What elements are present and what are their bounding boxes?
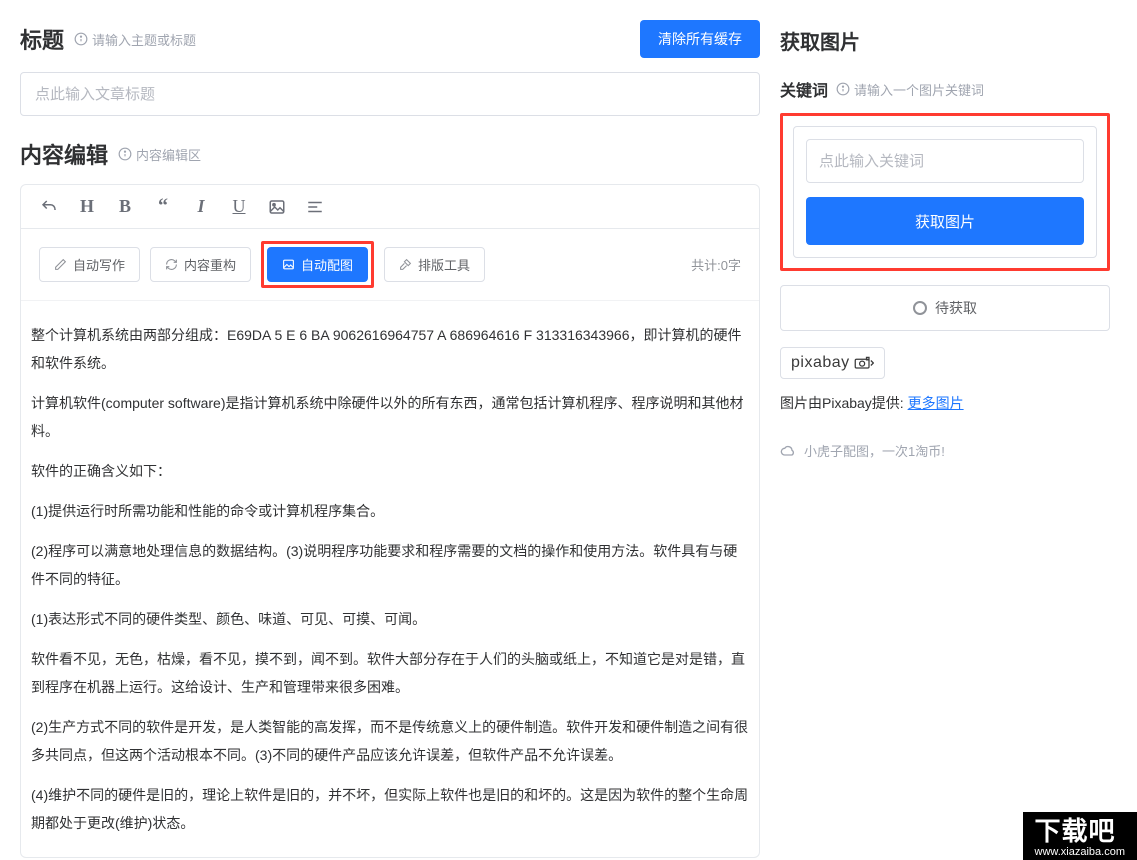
camera-icon — [854, 356, 874, 370]
clear-cache-button[interactable]: 清除所有缓存 — [640, 20, 760, 58]
rebuild-label: 内容重构 — [184, 255, 236, 274]
refresh-icon — [165, 258, 178, 271]
cloud-icon — [780, 443, 796, 459]
content-rebuild-button[interactable]: 内容重构 — [150, 247, 251, 282]
watermark-url: www.xiazaiba.com — [1035, 844, 1125, 858]
auto-image-button[interactable]: 自动配图 — [267, 247, 368, 282]
content-paragraph: (1)表达形式不同的硬件类型、颜色、味道、可见、可摸、可闻。 — [31, 599, 749, 639]
italic-icon[interactable]: I — [191, 196, 211, 217]
auto-image-highlight: 自动配图 — [261, 241, 374, 288]
underline-icon[interactable]: U — [229, 196, 249, 217]
keyword-hint-text: 请输入一个图片关键词 — [854, 80, 984, 99]
auto-write-label: 自动写作 — [73, 255, 125, 274]
pixabay-text: pixabay — [791, 354, 850, 372]
provider-prefix: 图片由Pixabay提供: — [780, 395, 908, 411]
pending-label: 待获取 — [935, 298, 977, 318]
align-left-icon[interactable] — [305, 198, 325, 216]
format-toolbar: H B “ I U — [21, 185, 759, 229]
side-heading: 获取图片 — [780, 26, 1110, 55]
pencil-icon — [54, 258, 67, 271]
editor-hint: 内容编辑区 — [118, 145, 201, 164]
footer-note-text: 小虎子配图，一次1淘币! — [804, 441, 945, 460]
info-icon — [118, 147, 132, 161]
editor-card: H B “ I U 自动写作 内容重构 — [20, 184, 760, 858]
content-paragraph: (4)维护不同的硬件是旧的，理论上软件是旧的，并不坏，但实际上软件也是旧的和坏的… — [31, 775, 749, 843]
provider-line: 图片由Pixabay提供: 更多图片 — [780, 393, 1110, 413]
title-hint: 请输入主题或标题 — [74, 30, 196, 49]
image-icon — [282, 258, 295, 271]
layout-icon — [399, 258, 412, 271]
auto-write-button[interactable]: 自动写作 — [39, 247, 140, 282]
editor-heading: 内容编辑 — [20, 138, 108, 170]
word-count: 共计:0字 — [691, 255, 741, 274]
content-paragraph: (2)程序可以满意地处理信息的数据结构。(3)说明程序功能要求和程序需要的文档的… — [31, 531, 749, 599]
content-paragraph: 计算机软件(computer software)是指计算机系统中除硬件以外的所有… — [31, 383, 749, 451]
keyword-label: 关键词 — [780, 77, 828, 101]
content-paragraph: 软件的正确含义如下： — [31, 451, 749, 491]
editor-hint-text: 内容编辑区 — [136, 145, 201, 164]
keyword-sub-head: 关键词 请输入一个图片关键词 — [780, 77, 1110, 101]
content-paragraph: 软件看不见，无色，枯燥，看不见，摸不到，闻不到。软件大部分存在于人们的头脑或纸上… — [31, 639, 749, 707]
editor-body[interactable]: 整个计算机系统由两部分组成：E69DA 5 E 6 BA 90626169647… — [21, 301, 759, 857]
watermark-text: 下载吧 — [1035, 818, 1125, 844]
bold-icon[interactable]: B — [115, 196, 135, 217]
title-section-head: 标题 请输入主题或标题 清除所有缓存 — [20, 20, 760, 58]
content-paragraph: (2)生产方式不同的软件是开发，是人类智能的高发挥，而不是传统意义上的硬件制造。… — [31, 707, 749, 775]
title-heading: 标题 — [20, 23, 64, 55]
keyword-input[interactable] — [806, 139, 1084, 183]
content-paragraph: 整个计算机系统由两部分组成：E69DA 5 E 6 BA 90626169647… — [31, 315, 749, 383]
footer-note: 小虎子配图，一次1淘币! — [780, 441, 1110, 460]
pending-icon — [913, 301, 927, 315]
fetch-image-button[interactable]: 获取图片 — [806, 197, 1084, 245]
info-icon — [74, 32, 88, 46]
layout-tool-button[interactable]: 排版工具 — [384, 247, 485, 282]
keyword-hint: 请输入一个图片关键词 — [836, 80, 984, 99]
article-title-input[interactable] — [20, 72, 760, 116]
action-toolbar: 自动写作 内容重构 自动配图 排版工具 共计:0字 — [21, 229, 759, 301]
info-icon — [836, 82, 850, 96]
title-hint-text: 请输入主题或标题 — [92, 30, 196, 49]
image-icon[interactable] — [267, 198, 287, 216]
more-images-link[interactable]: 更多图片 — [908, 395, 964, 411]
watermark: 下载吧 www.xiazaiba.com — [1023, 812, 1137, 860]
pixabay-badge: pixabay — [780, 347, 885, 379]
content-paragraph: (1)提供运行时所需功能和性能的命令或计算机程序集合。 — [31, 491, 749, 531]
layout-tool-label: 排版工具 — [418, 255, 470, 274]
auto-image-label: 自动配图 — [301, 255, 353, 274]
keyword-highlight-box: 获取图片 — [780, 113, 1110, 271]
quote-icon[interactable]: “ — [153, 195, 173, 218]
undo-icon[interactable] — [39, 198, 59, 216]
editor-section-head: 内容编辑 内容编辑区 — [20, 138, 760, 170]
heading-icon[interactable]: H — [77, 196, 97, 217]
pending-status: 待获取 — [780, 285, 1110, 331]
